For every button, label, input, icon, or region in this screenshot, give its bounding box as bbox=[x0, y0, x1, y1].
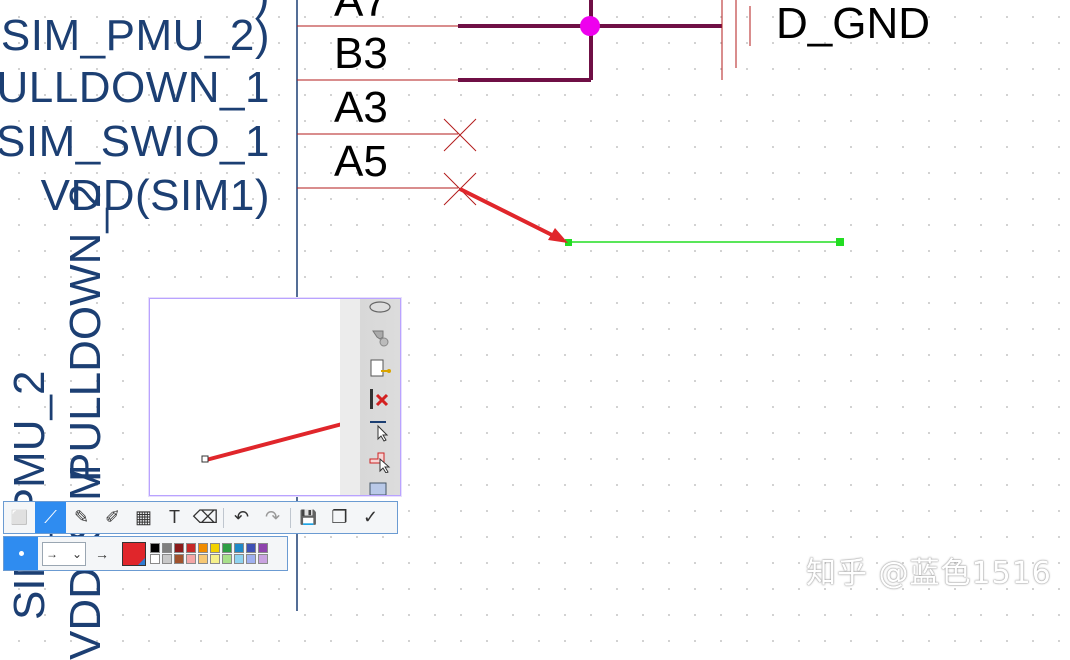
toolbar-separator bbox=[290, 507, 291, 528]
stroke-size-small-button[interactable] bbox=[4, 537, 38, 570]
no-connect-icon[interactable] bbox=[368, 387, 392, 411]
annotation-arrow-shaft[interactable] bbox=[459, 187, 559, 240]
color-swatch[interactable] bbox=[234, 554, 244, 564]
pencil-icon: ✎ bbox=[73, 507, 90, 527]
color-swatch[interactable] bbox=[210, 554, 220, 564]
undo-button[interactable]: ↶ bbox=[226, 502, 257, 533]
box-select-icon[interactable] bbox=[368, 481, 392, 495]
color-swatch[interactable] bbox=[150, 554, 160, 564]
color-swatch[interactable] bbox=[198, 543, 208, 553]
arrow-line-icon: ⟋ bbox=[44, 507, 57, 527]
color-swatch[interactable] bbox=[162, 554, 172, 564]
color-swatch[interactable] bbox=[186, 543, 196, 553]
copy-icon: ❐ bbox=[331, 507, 348, 527]
text-icon: T bbox=[169, 507, 180, 527]
pin-number-a5[interactable]: A5 bbox=[334, 140, 388, 184]
color-swatch[interactable] bbox=[222, 554, 232, 564]
magnified-arrow-shaft bbox=[205, 421, 347, 462]
select-wire-icon[interactable] bbox=[368, 419, 392, 443]
toolbar-separator bbox=[223, 507, 224, 528]
color-swatch[interactable] bbox=[210, 543, 220, 553]
annotation-toolbar: ⬜ ⟋ ✎ ✐ ▦ T ⌫ ↶ ↷ 💾 ❐ ✓ bbox=[3, 501, 398, 534]
save-icon: 💾 bbox=[299, 509, 318, 525]
wire-endpoint-right[interactable] bbox=[836, 238, 844, 246]
redo-button[interactable]: ↷ bbox=[257, 502, 288, 533]
watermark: 知乎 @蓝色1516 bbox=[806, 556, 1052, 591]
eraser-icon: ⌫ bbox=[192, 507, 219, 527]
rectangle-tool-button[interactable]: ⬜ bbox=[4, 502, 35, 533]
color-swatch[interactable] bbox=[246, 543, 256, 553]
line-style-icon: → bbox=[95, 545, 109, 562]
drag-component-icon[interactable] bbox=[368, 449, 392, 474]
net-label-d-gnd[interactable]: D_GND bbox=[776, 2, 930, 46]
text-tool-button[interactable]: T bbox=[159, 502, 190, 533]
color-swatch[interactable] bbox=[198, 554, 208, 564]
eraser-tool-button[interactable]: ⌫ bbox=[190, 502, 221, 533]
arrow-line-tool-button[interactable]: ⟋ bbox=[35, 502, 66, 533]
current-color-swatch[interactable] bbox=[122, 541, 146, 566]
annotation-arrowhead bbox=[548, 228, 568, 243]
undo-icon: ↶ bbox=[233, 507, 250, 527]
arrow-style-select[interactable]: → ⌄ bbox=[42, 541, 86, 566]
color-swatch[interactable] bbox=[150, 543, 160, 553]
copy-button[interactable]: ❐ bbox=[324, 502, 355, 533]
ellipse-tool-icon[interactable] bbox=[368, 299, 392, 323]
highlighter-tool-button[interactable]: ✐ bbox=[97, 502, 128, 533]
confirm-button[interactable]: ✓ bbox=[355, 502, 386, 533]
color-swatch[interactable] bbox=[258, 554, 268, 564]
no-connect-a3[interactable] bbox=[443, 118, 477, 152]
pin-number-a7[interactable]: A7 bbox=[334, 0, 388, 24]
color-swatch[interactable] bbox=[246, 554, 256, 564]
mosaic-tool-button[interactable]: ▦ bbox=[128, 502, 159, 533]
chevron-down-icon: ⌄ bbox=[71, 546, 82, 561]
line-style-button[interactable]: → bbox=[90, 546, 114, 562]
size-dot-icon bbox=[18, 551, 24, 556]
magnified-handle-start[interactable] bbox=[201, 455, 209, 463]
color-swatch[interactable] bbox=[258, 543, 268, 553]
checkmark-icon: ✓ bbox=[362, 507, 379, 527]
arrow-style-value: → bbox=[46, 546, 58, 561]
color-picker-corner-icon bbox=[138, 557, 145, 565]
color-swatch[interactable] bbox=[162, 543, 172, 553]
rectangle-icon: ⬜ bbox=[10, 509, 29, 525]
highlighter-icon: ✐ bbox=[104, 507, 121, 527]
junction-dot[interactable] bbox=[580, 16, 600, 36]
save-button[interactable]: 💾 bbox=[293, 502, 324, 533]
pin-number-b3[interactable]: B3 bbox=[334, 32, 388, 76]
color-swatch[interactable] bbox=[234, 543, 244, 553]
place-port-icon[interactable] bbox=[368, 357, 392, 381]
pencil-tool-button[interactable]: ✎ bbox=[66, 502, 97, 533]
color-swatch[interactable] bbox=[186, 554, 196, 564]
color-swatch[interactable] bbox=[174, 554, 184, 564]
magnifier-preview bbox=[149, 298, 401, 496]
color-swatch[interactable] bbox=[222, 543, 232, 553]
net-probe-icon[interactable] bbox=[368, 325, 392, 349]
color-palette bbox=[150, 543, 268, 564]
pin-number-a3[interactable]: A3 bbox=[334, 86, 388, 130]
color-swatch[interactable] bbox=[174, 543, 184, 553]
redo-icon: ↷ bbox=[264, 507, 281, 527]
magnifier-toolstrip bbox=[340, 299, 400, 495]
mosaic-icon: ▦ bbox=[134, 507, 152, 527]
annotation-options-bar: → ⌄ → bbox=[3, 536, 288, 571]
